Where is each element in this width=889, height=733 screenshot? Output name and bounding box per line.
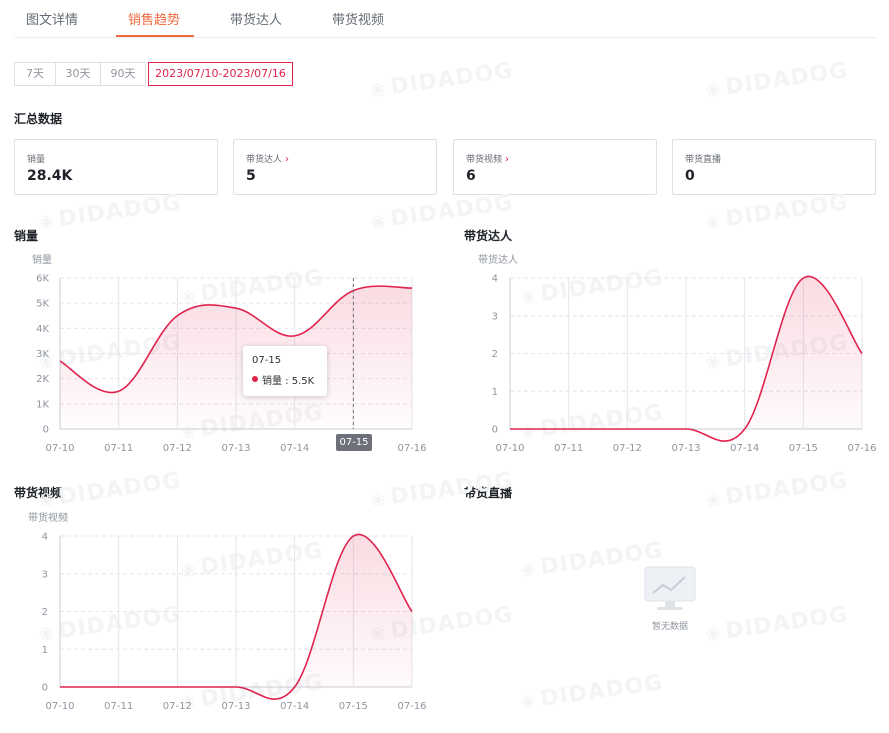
x-tick-label: 07-11	[104, 443, 133, 454]
series-marker-icon	[252, 376, 258, 382]
y-tick-label: 5K	[36, 299, 49, 310]
x-tick-label: 07-13	[221, 701, 250, 712]
y-tick-label: 2	[492, 349, 498, 360]
empty-state: 暂无数据	[620, 565, 720, 632]
monitor-chart-icon	[644, 566, 696, 610]
y-tick-label: 4	[42, 532, 48, 543]
x-tick-label: 07-10	[45, 443, 74, 454]
x-tick-label: 07-16	[397, 443, 426, 454]
y-tick-label: 1	[42, 645, 48, 656]
x-tick-label: 07-15	[789, 443, 818, 454]
y-tick-label: 4K	[36, 324, 49, 335]
x-tick-label: 07-11	[104, 701, 133, 712]
x-tick-label: 07-10	[45, 701, 74, 712]
chart-tooltip: 07-15 销量 : 5.5K	[243, 346, 327, 396]
y-tick-label: 1K	[36, 399, 49, 410]
x-tick-label: 07-13	[221, 443, 250, 454]
y-tick-label: 3	[42, 569, 48, 580]
y-tick-label: 2	[42, 607, 48, 618]
y-axis-title: 销量	[32, 253, 52, 266]
empty-text: 暂无数据	[651, 622, 688, 632]
x-tick-label: 07-11	[554, 443, 583, 454]
y-axis-title: 带货达人	[478, 253, 518, 266]
x-tick-label: 07-14	[280, 701, 309, 712]
y-axis-title: 带货视频	[28, 511, 68, 524]
tooltip-date: 07-15	[252, 355, 282, 366]
x-tick-label: 07-16	[847, 443, 876, 454]
x-tick-label: 07-15	[339, 701, 368, 712]
x-tick-label: 07-12	[163, 443, 192, 454]
y-tick-label: 3K	[36, 349, 49, 360]
x-tick-label: 07-10	[495, 443, 524, 454]
y-tick-label: 4	[492, 274, 498, 285]
x-tick-label: 07-14	[730, 443, 759, 454]
y-tick-label: 6K	[36, 274, 49, 285]
y-tick-label: 1	[492, 387, 498, 398]
y-tick-label: 2K	[36, 374, 49, 385]
y-tick-label: 3	[492, 311, 498, 322]
x-tick-label: 07-12	[163, 701, 192, 712]
crosshair-x-label: 07-15	[336, 434, 372, 451]
y-tick-label: 0	[492, 425, 498, 436]
x-tick-label: 07-13	[671, 443, 700, 454]
x-tick-label: 07-14	[280, 443, 309, 454]
x-tick-label: 07-12	[613, 443, 642, 454]
y-tick-label: 0	[42, 683, 48, 694]
y-tick-label: 0	[43, 425, 49, 436]
x-tick-label: 07-16	[397, 701, 426, 712]
charts-canvas: 销量 0 1K 2K 3K 4K 5K 6K 07-10 07-11 07-12 07-13 07-14…	[28, 253, 877, 712]
tooltip-value: 销量 : 5.5K	[262, 376, 315, 387]
